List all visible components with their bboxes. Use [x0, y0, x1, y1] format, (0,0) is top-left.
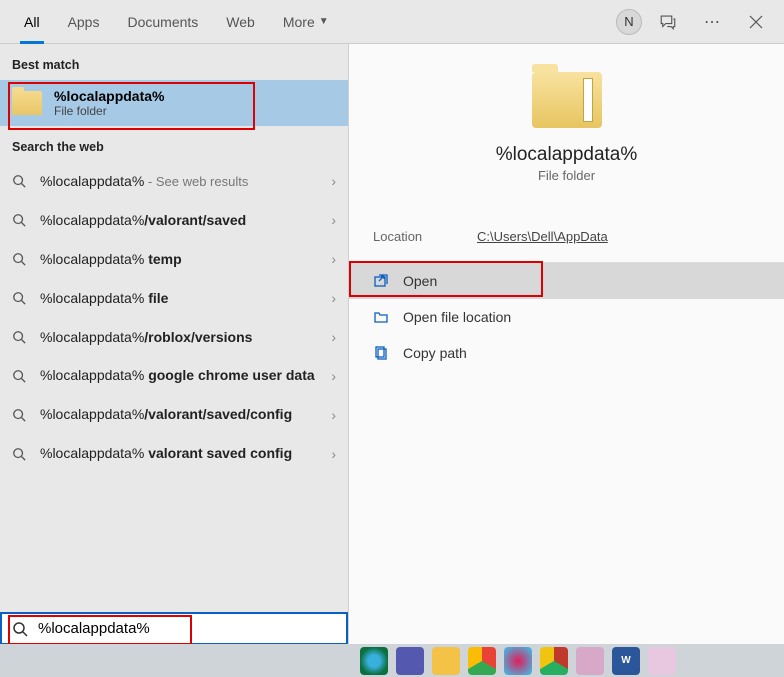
folder-open-icon — [373, 309, 389, 325]
chevron-right-icon: › — [331, 407, 336, 423]
search-icon — [12, 447, 28, 461]
best-match-item[interactable]: %localappdata% File folder — [0, 80, 348, 126]
search-icon — [12, 369, 28, 383]
best-match-title: %localappdata% — [54, 88, 164, 104]
taskbar-chrome-icon[interactable] — [468, 647, 496, 675]
web-result-item[interactable]: %localappdata% valorant saved config › — [0, 434, 348, 473]
taskbar-slack-icon[interactable] — [504, 647, 532, 675]
chevron-right-icon: › — [331, 446, 336, 462]
section-best-match: Best match — [0, 44, 348, 80]
search-icon — [12, 291, 28, 305]
folder-icon-large — [532, 72, 602, 128]
search-bar[interactable] — [0, 612, 348, 645]
taskbar-explorer-icon[interactable] — [432, 647, 460, 675]
open-icon — [373, 273, 389, 289]
search-icon — [12, 252, 28, 266]
detail-title: %localappdata% — [496, 144, 638, 166]
web-result-text: %localappdata% google chrome user data — [40, 366, 319, 385]
chevron-right-icon: › — [331, 329, 336, 345]
location-label: Location — [373, 229, 477, 244]
section-search-web: Search the web — [0, 126, 348, 162]
more-options-icon[interactable]: ⋯ — [694, 4, 730, 40]
web-result-text: %localappdata% valorant saved config — [40, 444, 319, 463]
action-copy-path-label: Copy path — [403, 345, 467, 361]
web-result-text: %localappdata%/valorant/saved/config — [40, 405, 319, 424]
web-result-item[interactable]: %localappdata% file › — [0, 279, 348, 318]
location-link[interactable]: C:\Users\Dell\AppData — [477, 229, 608, 244]
tab-documents[interactable]: Documents — [113, 0, 212, 44]
chevron-down-icon: ▼ — [319, 16, 329, 27]
chevron-right-icon: › — [331, 251, 336, 267]
tab-web[interactable]: Web — [212, 0, 269, 44]
search-icon — [12, 408, 28, 422]
web-result-text: %localappdata%/roblox/versions — [40, 328, 319, 347]
web-result-item[interactable]: %localappdata%/roblox/versions › — [0, 318, 348, 357]
web-result-text: %localappdata% temp — [40, 250, 319, 269]
location-row: Location C:\Users\Dell\AppData — [349, 199, 784, 263]
taskbar-chrome-canary-icon[interactable] — [540, 647, 568, 675]
taskbar-snip-icon[interactable] — [576, 647, 604, 675]
web-result-item[interactable]: %localappdata%/valorant/saved/config › — [0, 395, 348, 434]
action-open[interactable]: Open — [349, 263, 784, 299]
search-icon — [12, 330, 28, 344]
chevron-right-icon: › — [331, 368, 336, 384]
feedback-icon[interactable] — [650, 4, 686, 40]
search-icon — [12, 174, 28, 188]
results-panel: Best match %localappdata% File folder Se… — [0, 44, 348, 645]
taskbar: W — [0, 644, 784, 677]
search-tabs: All Apps Documents Web More▼ N ⋯ — [0, 0, 784, 44]
tab-all[interactable]: All — [10, 0, 54, 44]
chevron-right-icon: › — [331, 290, 336, 306]
best-match-subtitle: File folder — [54, 104, 164, 118]
search-input[interactable] — [38, 620, 336, 637]
web-result-item[interactable]: %localappdata% - See web results › — [0, 162, 348, 201]
taskbar-word-icon[interactable]: W — [612, 647, 640, 675]
user-avatar[interactable]: N — [616, 9, 642, 35]
web-result-text: %localappdata%/valorant/saved — [40, 211, 319, 230]
search-icon — [12, 213, 28, 227]
web-result-text: %localappdata% - See web results — [40, 172, 319, 191]
action-open-location[interactable]: Open file location — [349, 299, 784, 335]
web-result-item[interactable]: %localappdata% temp › — [0, 240, 348, 279]
copy-icon — [373, 345, 389, 361]
chevron-right-icon: › — [331, 212, 336, 228]
tab-more[interactable]: More▼ — [269, 0, 343, 44]
taskbar-edge-icon[interactable] — [360, 647, 388, 675]
action-open-label: Open — [403, 273, 437, 289]
web-result-item[interactable]: %localappdata%/valorant/saved › — [0, 201, 348, 240]
tab-apps[interactable]: Apps — [54, 0, 114, 44]
taskbar-teams-icon[interactable] — [396, 647, 424, 675]
web-result-item[interactable]: %localappdata% google chrome user data › — [0, 356, 348, 395]
chevron-right-icon: › — [331, 173, 336, 189]
taskbar-paint-icon[interactable] — [648, 647, 676, 675]
web-result-text: %localappdata% file — [40, 289, 319, 308]
search-icon — [12, 621, 28, 637]
close-icon[interactable] — [738, 4, 774, 40]
detail-subtitle: File folder — [538, 168, 595, 183]
detail-panel: %localappdata% File folder Location C:\U… — [348, 44, 784, 645]
folder-icon — [12, 91, 42, 115]
action-open-location-label: Open file location — [403, 309, 511, 325]
action-copy-path[interactable]: Copy path — [349, 335, 784, 371]
